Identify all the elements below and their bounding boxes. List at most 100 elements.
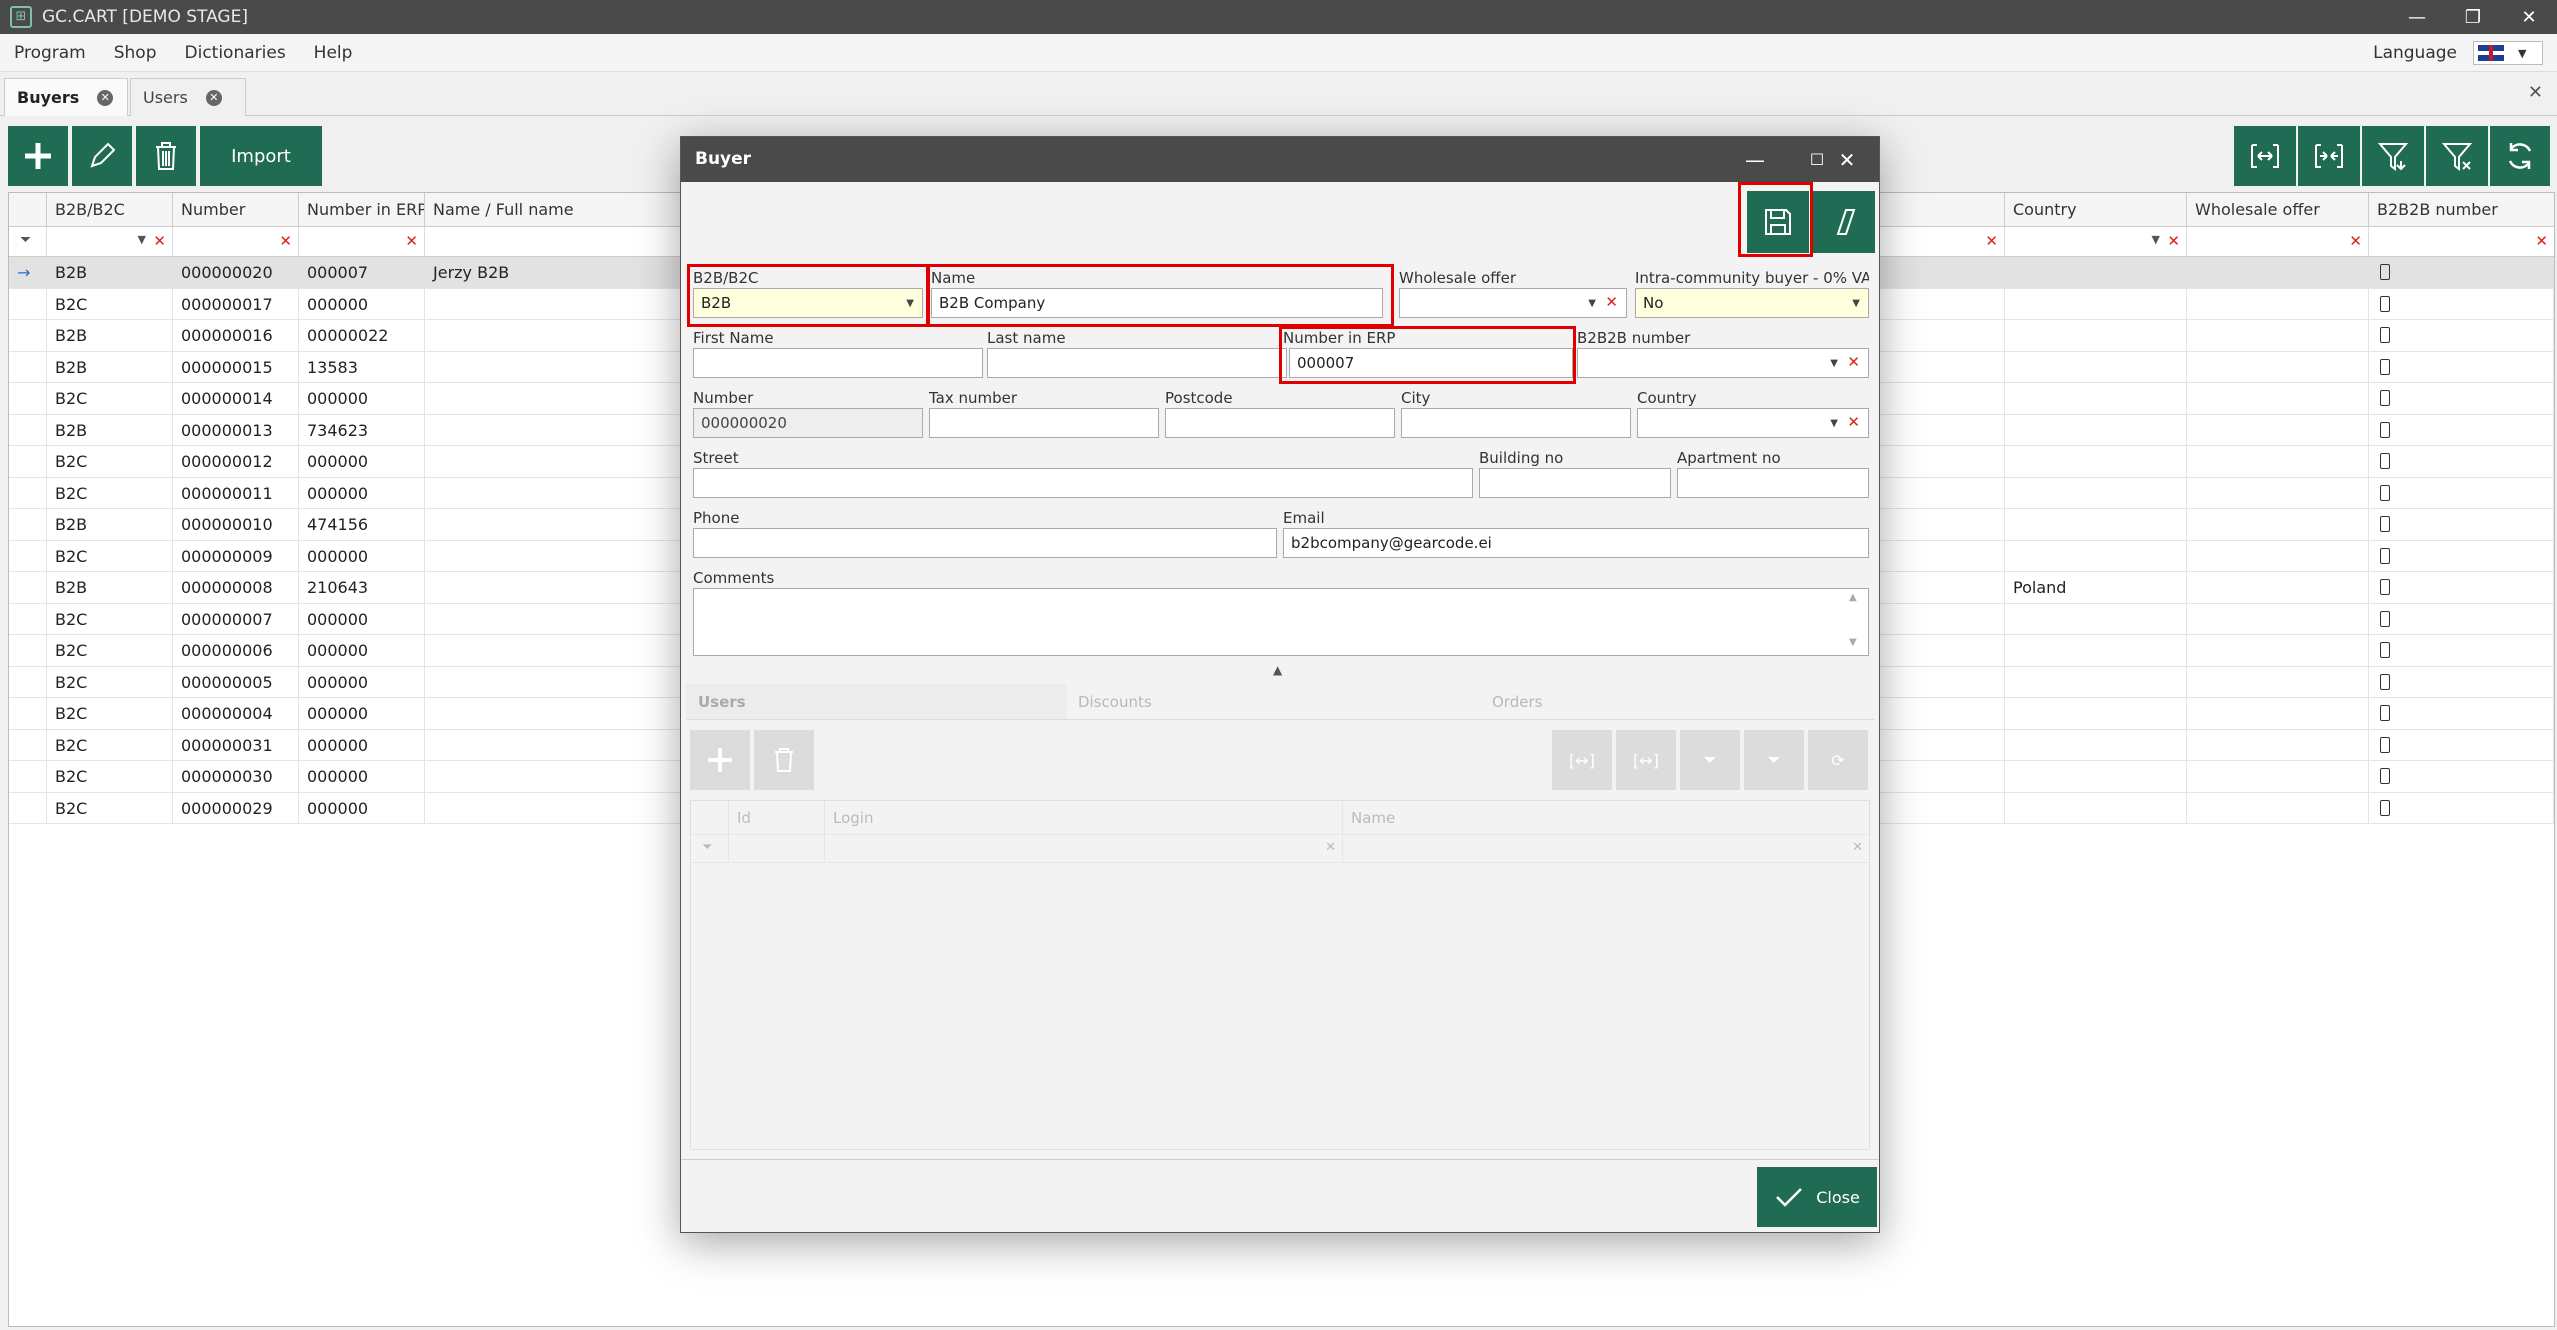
dialog-close-button[interactable]: ✕ bbox=[1817, 137, 1877, 182]
email-input[interactable]: b2bcompany@gearcode.ei bbox=[1283, 528, 1869, 558]
filter-b2b2b[interactable]: ✕ bbox=[2369, 227, 2554, 257]
dialog-minimize-button[interactable]: — bbox=[1725, 137, 1785, 182]
checkbox-icon[interactable] bbox=[2380, 358, 2390, 375]
clear-icon[interactable]: ✕ bbox=[1847, 353, 1860, 371]
minimize-button[interactable]: — bbox=[2389, 0, 2445, 34]
menu-program[interactable]: Program bbox=[0, 43, 100, 63]
import-button[interactable]: Import bbox=[200, 126, 322, 186]
col-header-country[interactable]: Country bbox=[2005, 193, 2187, 227]
last-name-input[interactable] bbox=[987, 348, 1287, 378]
clear-icon[interactable]: ✕ bbox=[153, 232, 166, 250]
checkbox-icon[interactable] bbox=[2380, 547, 2390, 564]
city-input[interactable] bbox=[1401, 408, 1631, 438]
filter-b2b-b2c[interactable]: ▼ ✕ bbox=[47, 227, 173, 257]
first-name-input[interactable] bbox=[693, 348, 983, 378]
tab-users[interactable]: Users ✕ bbox=[130, 78, 246, 116]
chevron-down-icon[interactable]: ▼ bbox=[138, 233, 146, 246]
subtab-discounts[interactable]: Discounts bbox=[1066, 684, 1480, 720]
menu-dictionaries[interactable]: Dictionaries bbox=[171, 43, 300, 63]
checkbox-icon[interactable] bbox=[2380, 799, 2390, 816]
wholesale-offer-select[interactable]: ▼ ✕ bbox=[1399, 288, 1627, 318]
filter-wholesale[interactable]: ✕ bbox=[2187, 227, 2369, 257]
clear-icon[interactable]: ✕ bbox=[1325, 840, 1336, 855]
edit-button[interactable] bbox=[72, 126, 132, 186]
col-header-number-erp[interactable]: Number in ERP bbox=[299, 193, 425, 227]
b2b2b-number-select[interactable]: ▼ ✕ bbox=[1577, 348, 1869, 378]
menu-help[interactable]: Help bbox=[300, 43, 367, 63]
clear-icon[interactable]: ✕ bbox=[405, 232, 418, 250]
clear-icon[interactable]: ✕ bbox=[2167, 232, 2180, 250]
checkbox-icon[interactable] bbox=[2380, 453, 2390, 469]
col-header-number[interactable]: Number bbox=[173, 193, 299, 227]
checkbox-icon[interactable] bbox=[2380, 516, 2390, 532]
sub-add-button[interactable] bbox=[690, 730, 750, 790]
menu-shop[interactable]: Shop bbox=[100, 43, 171, 63]
expand-columns-button[interactable] bbox=[2234, 126, 2296, 186]
sub-filter-button[interactable]: ⏷ bbox=[1680, 730, 1740, 790]
collapse-columns-button[interactable] bbox=[2298, 126, 2360, 186]
add-button[interactable] bbox=[8, 126, 68, 186]
filter-country[interactable]: ▼ ✕ bbox=[2005, 227, 2187, 257]
checkbox-icon[interactable] bbox=[2380, 327, 2390, 343]
close-tab-icon[interactable]: ✕ bbox=[205, 89, 222, 106]
col-header-wholesale[interactable]: Wholesale offer bbox=[2187, 193, 2369, 227]
scroll-up-icon[interactable]: ▲ bbox=[1849, 592, 1857, 603]
col-header-b2b-b2c[interactable]: B2B/B2C bbox=[47, 193, 173, 227]
subgrid-filter-id[interactable] bbox=[729, 835, 825, 863]
intra-community-select[interactable]: No ▼ bbox=[1635, 288, 1869, 318]
clear-icon[interactable]: ✕ bbox=[1852, 840, 1863, 855]
clear-icon[interactable]: ✕ bbox=[1985, 232, 1998, 250]
phone-input[interactable] bbox=[693, 528, 1277, 558]
country-select[interactable]: ▼ ✕ bbox=[1637, 408, 1869, 438]
comments-textarea[interactable] bbox=[693, 588, 1869, 656]
subgrid-filter-name[interactable]: ✕ bbox=[1343, 835, 1869, 863]
close-button[interactable]: Close bbox=[1757, 1167, 1877, 1227]
checkbox-icon[interactable] bbox=[2380, 264, 2390, 280]
checkbox-icon[interactable] bbox=[2380, 484, 2390, 501]
checkbox-icon[interactable] bbox=[2380, 673, 2390, 690]
checkbox-icon[interactable] bbox=[2380, 768, 2390, 784]
subgrid-col-name[interactable]: Name bbox=[1343, 801, 1869, 835]
close-window-button[interactable]: ✕ bbox=[2501, 0, 2557, 34]
checkbox-icon[interactable] bbox=[2380, 295, 2390, 312]
clear-icon[interactable]: ✕ bbox=[2349, 232, 2362, 250]
chevron-down-icon[interactable]: ▼ bbox=[2152, 233, 2160, 246]
clear-icon[interactable]: ✕ bbox=[2535, 232, 2548, 250]
clear-icon[interactable]: ✕ bbox=[279, 232, 292, 250]
restore-button[interactable]: ❐ bbox=[2445, 0, 2501, 34]
postcode-input[interactable] bbox=[1165, 408, 1395, 438]
language-select[interactable]: ▼ bbox=[2473, 41, 2543, 65]
close-tab-icon[interactable]: ✕ bbox=[97, 89, 114, 106]
street-input[interactable] bbox=[693, 468, 1473, 498]
checkbox-icon[interactable] bbox=[2380, 736, 2390, 753]
filter-button[interactable] bbox=[2362, 126, 2424, 186]
checkbox-icon[interactable] bbox=[2380, 642, 2390, 658]
refresh-button[interactable] bbox=[2490, 126, 2550, 186]
clear-filter-button[interactable] bbox=[2426, 126, 2488, 186]
checkbox-icon[interactable] bbox=[2380, 421, 2390, 438]
sub-expand-columns-button[interactable]: [↔] bbox=[1552, 730, 1612, 790]
checkbox-icon[interactable] bbox=[2380, 610, 2390, 627]
subgrid-col-id[interactable]: Id bbox=[729, 801, 825, 835]
subtab-users[interactable]: Users bbox=[686, 684, 1066, 720]
col-header-b2b2b[interactable]: B2B2B number bbox=[2369, 193, 2554, 227]
subgrid-col-login[interactable]: Login bbox=[825, 801, 1343, 835]
filter-number[interactable]: ✕ bbox=[173, 227, 299, 257]
tab-buyers[interactable]: Buyers ✕ bbox=[4, 78, 128, 116]
clear-icon[interactable]: ✕ bbox=[1605, 293, 1618, 311]
sub-refresh-button[interactable]: ⟳ bbox=[1808, 730, 1868, 790]
checkbox-icon[interactable] bbox=[2380, 390, 2390, 406]
checkbox-icon[interactable] bbox=[2380, 705, 2390, 721]
filter-number-erp[interactable]: ✕ bbox=[299, 227, 425, 257]
sub-collapse-columns-button[interactable]: [↔] bbox=[1616, 730, 1676, 790]
subtab-orders[interactable]: Orders bbox=[1480, 684, 1874, 720]
sub-clear-filter-button[interactable]: ⏷ bbox=[1744, 730, 1804, 790]
apartment-no-input[interactable] bbox=[1677, 468, 1869, 498]
clear-form-button[interactable] bbox=[1813, 191, 1875, 253]
building-no-input[interactable] bbox=[1479, 468, 1671, 498]
delete-button[interactable] bbox=[136, 126, 196, 186]
sub-delete-button[interactable] bbox=[754, 730, 814, 790]
splitter-collapse-icon[interactable]: ▲ bbox=[1273, 663, 1282, 677]
scroll-down-icon[interactable]: ▼ bbox=[1849, 637, 1857, 648]
subgrid-filter-login[interactable]: ✕ bbox=[825, 835, 1343, 863]
